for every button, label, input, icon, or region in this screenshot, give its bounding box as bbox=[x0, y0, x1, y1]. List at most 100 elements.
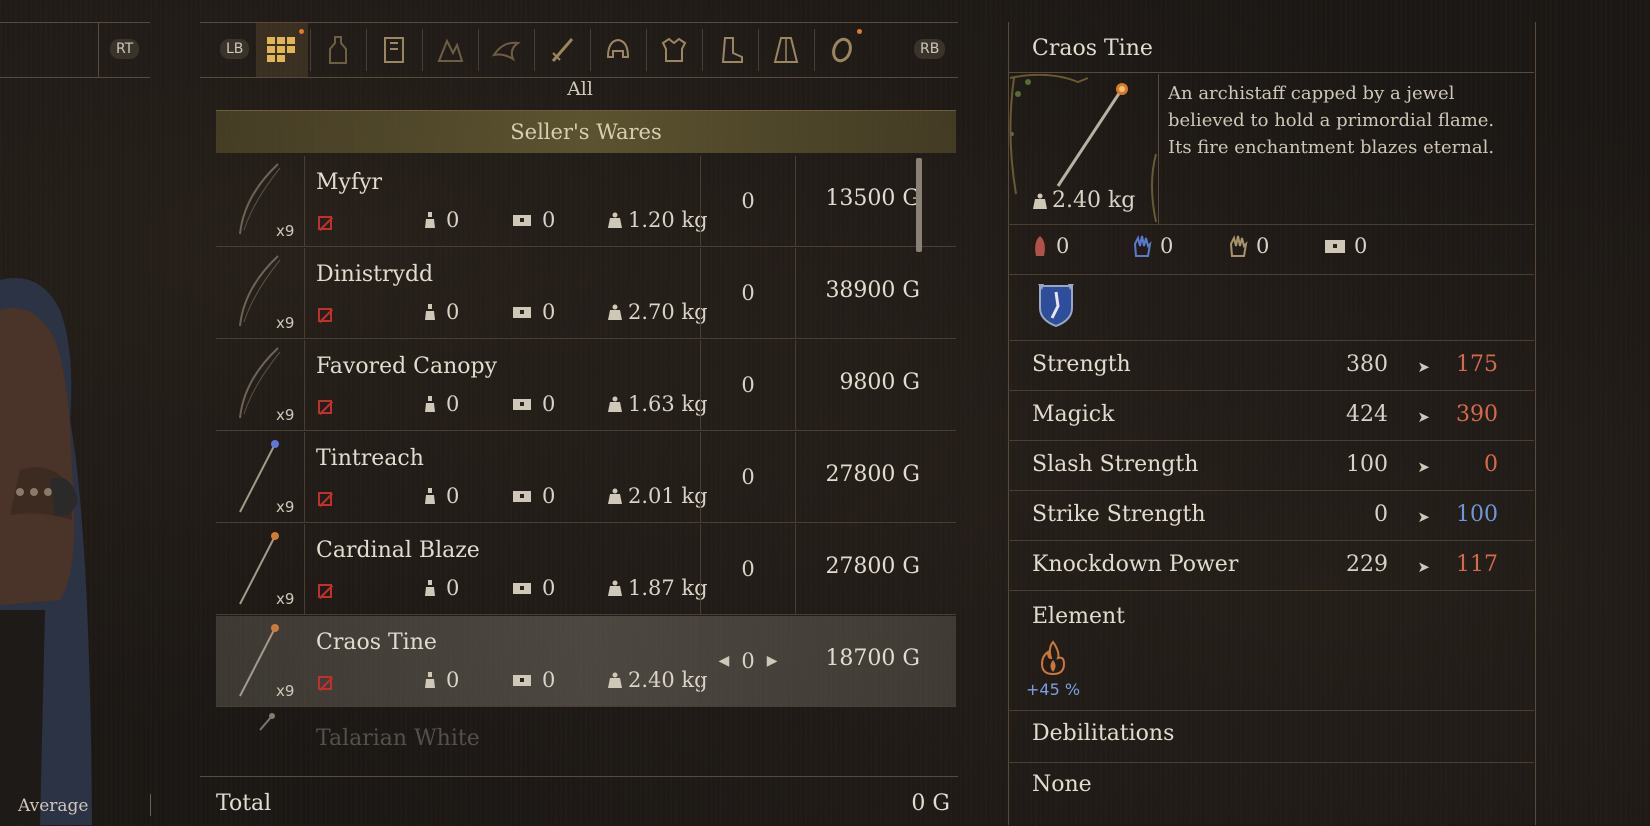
partial-list-item[interactable]: Talarian White bbox=[316, 726, 480, 751]
divider bbox=[1008, 340, 1534, 341]
cannot-equip-icon bbox=[318, 308, 332, 322]
quantity-value: 0 bbox=[741, 465, 755, 489]
category-label: All bbox=[567, 78, 593, 100]
rt-button[interactable]: RT bbox=[110, 39, 140, 59]
stat-consumable: 0 bbox=[424, 484, 459, 508]
item-thumbnail: x9 bbox=[216, 248, 305, 338]
stat-label: Magick bbox=[1032, 402, 1115, 427]
tab-all[interactable] bbox=[256, 23, 308, 77]
weight-icon bbox=[608, 672, 622, 688]
fire-icon bbox=[1040, 640, 1066, 676]
divider bbox=[422, 29, 423, 71]
stat-label: Slash Strength bbox=[1032, 452, 1199, 477]
flask-icon bbox=[425, 304, 435, 320]
item-name: Tintreach bbox=[316, 446, 424, 471]
list-item[interactable]: x9 Favored Canopy 0 0 1.63 kg 0 9800 G bbox=[216, 340, 956, 431]
stat-new: 100 bbox=[1456, 502, 1498, 527]
stat-label: Strength bbox=[1032, 352, 1131, 377]
quantity-stepper[interactable]: 0 bbox=[700, 156, 796, 246]
stat-new: 0 bbox=[1484, 452, 1498, 477]
divider bbox=[1008, 762, 1534, 763]
divider bbox=[814, 29, 815, 71]
divider bbox=[590, 29, 591, 71]
item-thumbnail: x9 bbox=[216, 524, 305, 614]
stat-current: 424 bbox=[1346, 402, 1388, 427]
quantity-value: 0 bbox=[741, 557, 755, 581]
consumable-icon bbox=[329, 36, 347, 64]
quantity-stepper[interactable]: ◀ 0 ▶ bbox=[700, 616, 796, 706]
stat-row: Strike Strength 0 ➤ 100 bbox=[1008, 492, 1534, 541]
helmet-icon bbox=[606, 38, 630, 58]
lb-button[interactable]: LB bbox=[220, 39, 250, 59]
stat-value: 2.70 kg bbox=[628, 300, 708, 324]
tab-key-items[interactable] bbox=[480, 23, 532, 77]
shop-panel: LB RB All Seller's Wares x9 Myfyr 0 0 1.… bbox=[200, 0, 960, 825]
tab-rings[interactable] bbox=[816, 23, 868, 77]
stat-label: Strike Strength bbox=[1032, 502, 1206, 527]
divider bbox=[98, 23, 99, 77]
weight-icon bbox=[608, 212, 622, 228]
quantity-stepper[interactable]: 0 bbox=[700, 248, 796, 338]
status-text: Average bbox=[18, 796, 89, 816]
item-name: Dinistrydd bbox=[316, 262, 434, 287]
divider bbox=[1008, 274, 1534, 275]
tab-materials[interactable] bbox=[424, 23, 476, 77]
decrease-arrow-icon[interactable]: ◀ bbox=[719, 653, 730, 669]
chest-icon bbox=[513, 215, 531, 226]
stat-weight: 2.70 kg bbox=[608, 300, 708, 324]
divider bbox=[1008, 440, 1534, 441]
total-value: 0 G bbox=[911, 791, 950, 816]
element-icon bbox=[1038, 640, 1068, 680]
item-weight: 2.40 kg bbox=[1032, 188, 1135, 213]
stat-new: 117 bbox=[1456, 552, 1498, 577]
tab-head[interactable] bbox=[592, 23, 644, 77]
list-item[interactable]: x9 Cardinal Blaze 0 0 1.87 kg 0 27800 G bbox=[216, 524, 956, 615]
item-price: 18700 G bbox=[825, 646, 920, 671]
stat-value: 2.01 kg bbox=[628, 484, 708, 508]
stock-count: x9 bbox=[276, 498, 295, 516]
list-item[interactable]: x9 Myfyr 0 0 1.20 kg 0 13500 G bbox=[216, 156, 956, 247]
item-thumbnail: x9 bbox=[216, 156, 305, 246]
element-label: Element bbox=[1032, 604, 1126, 629]
divider bbox=[478, 29, 479, 71]
stat-value: 0 bbox=[542, 576, 556, 600]
tab-legs[interactable] bbox=[704, 23, 756, 77]
divider bbox=[1008, 72, 1534, 73]
quantity-stepper[interactable]: 0 bbox=[700, 340, 796, 430]
compare-arrow-icon: ➤ bbox=[1417, 358, 1430, 376]
item-price: 27800 G bbox=[825, 462, 920, 487]
stat-new: 390 bbox=[1456, 402, 1498, 427]
tab-cloak[interactable] bbox=[760, 23, 812, 77]
list-item[interactable]: x9 Dinistrydd 0 0 2.70 kg 0 38900 G bbox=[216, 248, 956, 339]
tab-consumables[interactable] bbox=[312, 23, 364, 77]
sword-icon bbox=[551, 38, 574, 62]
tab-body[interactable] bbox=[648, 23, 700, 77]
chest-icon bbox=[1325, 240, 1345, 253]
res-value: 0 bbox=[1160, 234, 1174, 258]
stat-value: 1.87 kg bbox=[628, 576, 708, 600]
stat-current: 0 bbox=[1374, 502, 1388, 527]
item-price: 27800 G bbox=[825, 554, 920, 579]
armor-icon bbox=[661, 37, 687, 62]
tab-weapons[interactable] bbox=[536, 23, 588, 77]
quantity-stepper[interactable]: 0 bbox=[700, 524, 796, 614]
weight-icon bbox=[608, 488, 622, 504]
hand-icon bbox=[1229, 235, 1248, 257]
stat-current: 380 bbox=[1346, 352, 1388, 377]
scrollbar[interactable] bbox=[916, 158, 922, 252]
stat-current: 229 bbox=[1346, 552, 1388, 577]
divider bbox=[758, 29, 759, 71]
cannot-equip-icon bbox=[318, 492, 332, 506]
tab-scrolls[interactable] bbox=[368, 23, 420, 77]
chest-icon bbox=[513, 307, 531, 318]
flask-icon bbox=[425, 212, 435, 228]
quantity-stepper[interactable]: 0 bbox=[700, 432, 796, 522]
weight-icon bbox=[608, 304, 622, 320]
chest-icon bbox=[513, 399, 531, 410]
list-item[interactable]: x9 Tintreach 0 0 2.01 kg 0 27800 G bbox=[216, 432, 956, 523]
stat-storage: 0 bbox=[512, 392, 555, 416]
list-item[interactable]: x9 Craos Tine 0 0 2.40 kg ◀ 0 ▶ 18700 G bbox=[216, 616, 956, 707]
rb-button[interactable]: RB bbox=[914, 39, 946, 59]
stat-label: Knockdown Power bbox=[1032, 552, 1239, 577]
increase-arrow-icon[interactable]: ▶ bbox=[767, 653, 778, 669]
